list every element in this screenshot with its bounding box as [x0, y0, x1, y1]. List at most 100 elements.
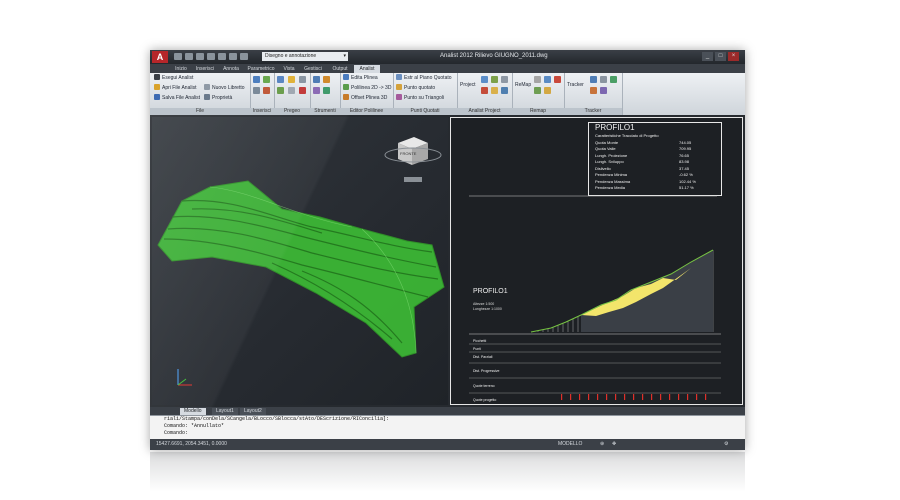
proprieta-button[interactable]: Proprietà	[204, 94, 232, 102]
terrain-model	[157, 137, 445, 386]
window-title: Analist 2012 Rilievo GIUGNO_2011.dwg	[440, 53, 548, 59]
project-table-icon[interactable]	[501, 76, 508, 83]
tab-output[interactable]: Output	[328, 65, 352, 73]
zoom-icon[interactable]: ⊕	[600, 439, 604, 450]
pregeo-panel-label: Pregeo	[274, 108, 310, 115]
project-button[interactable]: Project	[460, 81, 476, 89]
close-button[interactable]: ×	[728, 52, 739, 61]
tab-vista[interactable]: Vista	[280, 65, 298, 73]
maximize-button[interactable]: □	[715, 52, 726, 61]
extract-icon	[396, 74, 402, 80]
project-arrow-icon[interactable]	[491, 76, 498, 83]
project-mark-icon[interactable]	[481, 87, 488, 94]
punto-quotato-button[interactable]: Punto quotato	[396, 84, 435, 92]
remap-layers-icon[interactable]	[544, 76, 551, 83]
open-file-icon[interactable]	[185, 53, 193, 60]
tracker-path-icon[interactable]	[590, 87, 597, 94]
estr-piano-button[interactable]: Estr al Piano Quotato	[396, 74, 452, 82]
model-space-button[interactable]: MODELLO	[558, 439, 582, 450]
pregeo-edit-icon[interactable]	[288, 76, 295, 83]
polilinea-3d-button[interactable]: Polilinea 2D -> 3D	[343, 84, 391, 92]
command-history-line: riali/Stampa/conDela/SCangela/BLocco/SBl…	[164, 416, 390, 422]
viewcube-label[interactable]: FRONTE	[400, 151, 416, 156]
tracker-button[interactable]: Tracker	[567, 81, 584, 89]
tracker-gps-icon[interactable]	[610, 76, 617, 83]
pregeo-map-icon[interactable]	[277, 87, 284, 94]
tracker-panel: Tracker Tracker	[564, 73, 623, 115]
save-icon[interactable]	[196, 53, 204, 60]
folder-icon	[154, 84, 160, 90]
new-file-icon[interactable]	[174, 53, 182, 60]
tool-measure-icon[interactable]	[313, 76, 320, 83]
red-marker	[588, 394, 590, 400]
offset-plinea-button[interactable]: Offset Plinea 3D	[343, 94, 387, 102]
remap-go-icon[interactable]	[534, 87, 541, 94]
command-prompt[interactable]: Comando:	[150, 430, 745, 437]
tab-analist[interactable]: Analist	[354, 65, 380, 73]
tab-layout1[interactable]: Layout1	[212, 408, 238, 415]
polyline-3d-icon	[343, 84, 349, 90]
settings-icon[interactable]: ⚙	[724, 439, 728, 450]
tracker-list-icon[interactable]	[600, 87, 607, 94]
remap-note-icon[interactable]	[544, 87, 551, 94]
apri-file-button[interactable]: Apri File Analist	[154, 84, 196, 92]
remap-panel: ReMap Remap	[512, 73, 565, 115]
tracker-settings-icon[interactable]	[600, 76, 607, 83]
insert-table-icon[interactable]	[253, 87, 260, 94]
tab-modello[interactable]: Modello	[180, 408, 206, 415]
app-menu-button[interactable]: A	[152, 51, 168, 63]
polyline-edit-icon	[343, 74, 349, 80]
undo-icon[interactable]	[229, 53, 237, 60]
pregeo-page-icon[interactable]	[288, 87, 295, 94]
tracker-start-icon[interactable]	[590, 76, 597, 83]
command-line[interactable]: riali/Stampa/conDela/SCangela/BLocco/SBl…	[150, 415, 745, 440]
drawing-area[interactable]: FRONTE PROFILO1 Caratteristiche Tracciat…	[150, 115, 745, 407]
project-open-icon[interactable]	[481, 76, 488, 83]
tool-text-icon[interactable]	[323, 76, 330, 83]
project-edit-icon[interactable]	[491, 87, 498, 94]
project-export-icon[interactable]	[501, 87, 508, 94]
tab-inizio[interactable]: Inizio	[172, 65, 190, 73]
workspace-select[interactable]: Disegno e annotazione ▾	[262, 52, 348, 61]
nuovo-libretto-button[interactable]: Nuovo Libretto	[204, 84, 245, 92]
remap-button[interactable]: ReMap	[515, 81, 531, 89]
remap-panel-label: Remap	[512, 108, 564, 115]
remap-pick-icon[interactable]	[534, 76, 541, 83]
print-icon[interactable]	[218, 53, 226, 60]
pregeo-panel: Pregeo	[274, 73, 311, 115]
tab-parametrico[interactable]: Parametrico	[244, 65, 278, 73]
viewcube-icon	[384, 137, 442, 182]
punto-triangoli-button[interactable]: Punto su Triangoli	[396, 94, 444, 102]
minimize-button[interactable]: _	[702, 52, 713, 61]
tool-calc-icon[interactable]	[323, 87, 330, 94]
tool-layer-icon[interactable]	[313, 87, 320, 94]
tab-layout2[interactable]: Layout2	[240, 408, 266, 415]
insert-grid-icon[interactable]	[263, 76, 270, 83]
salva-file-button[interactable]: Salva File Analist	[154, 94, 200, 102]
remap-flag-icon[interactable]	[554, 76, 561, 83]
red-marker	[705, 394, 707, 400]
red-marker	[642, 394, 644, 400]
tab-inserisci[interactable]: Inserisci	[192, 65, 218, 73]
insert-mark-icon[interactable]	[263, 87, 270, 94]
model-viewport-3d[interactable]: FRONTE	[152, 117, 448, 405]
properties-icon	[204, 94, 210, 100]
save-as-icon[interactable]	[207, 53, 215, 60]
layout-tabs: Modello Layout1 Layout2	[150, 407, 745, 415]
ucs-icon	[177, 369, 192, 386]
esegui-analist-button[interactable]: Esegui Analist	[154, 74, 193, 82]
workspace-value: Disegno e annotazione	[265, 53, 317, 59]
edita-plinea-button[interactable]: Edita Plinea	[343, 74, 378, 82]
profile-viewport[interactable]: PROFILO1 Caratteristiche Tracciato di Pr…	[450, 117, 743, 405]
red-marker	[597, 394, 599, 400]
redo-icon[interactable]	[240, 53, 248, 60]
insert-point-icon[interactable]	[253, 76, 260, 83]
pregeo-list-icon[interactable]	[299, 76, 306, 83]
pregeo-open-icon[interactable]	[277, 76, 284, 83]
pan-icon[interactable]: ✥	[612, 439, 616, 450]
red-marker	[615, 394, 617, 400]
tab-annota[interactable]: Annota	[220, 65, 242, 73]
pregeo-delete-icon[interactable]	[299, 87, 306, 94]
tab-gestisci[interactable]: Gestisci	[300, 65, 326, 73]
app-window: A Disegno e annotazione ▾ Analist 2012 R…	[150, 50, 745, 450]
